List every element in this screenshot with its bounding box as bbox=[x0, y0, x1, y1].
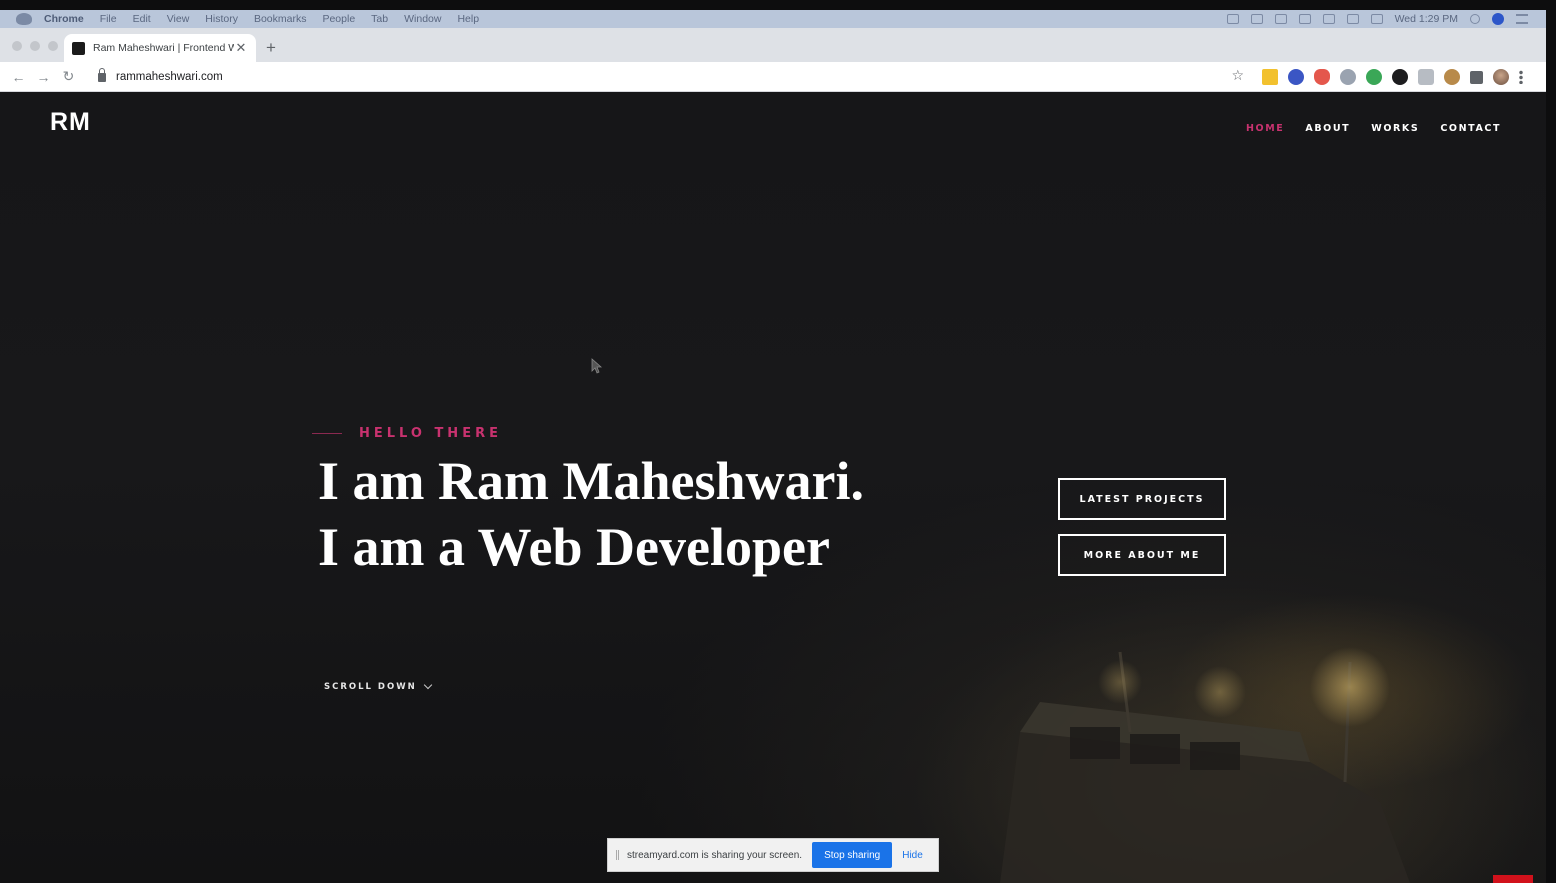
boat-background-image bbox=[1000, 647, 1410, 883]
cloud-icon[interactable] bbox=[1250, 14, 1263, 24]
spotlight-search-icon[interactable] bbox=[1470, 14, 1480, 24]
display-icon[interactable] bbox=[1226, 14, 1239, 24]
nav-link-works[interactable]: WORKS bbox=[1371, 123, 1419, 134]
main-navigation: HOME ABOUT WORKS CONTACT bbox=[1246, 123, 1501, 134]
site-favicon-icon bbox=[72, 41, 85, 55]
menu-view[interactable]: View bbox=[167, 13, 190, 25]
sharing-message: streamyard.com is sharing your screen. bbox=[627, 849, 803, 861]
bookmark-star-icon[interactable]: ☆ bbox=[1231, 67, 1244, 84]
document-icon[interactable] bbox=[1274, 14, 1287, 24]
eyebrow-divider bbox=[312, 433, 342, 434]
chevron-down-icon[interactable] bbox=[423, 680, 432, 690]
volume-icon[interactable] bbox=[1346, 14, 1359, 24]
latest-projects-button[interactable]: LATEST PROJECTS bbox=[1058, 478, 1226, 520]
battery-icon[interactable] bbox=[1370, 14, 1383, 24]
site-logo[interactable]: RM bbox=[50, 108, 91, 137]
apple-logo-icon[interactable] bbox=[16, 13, 32, 25]
airplay-icon[interactable] bbox=[1298, 14, 1311, 24]
nav-link-home[interactable]: HOME bbox=[1246, 123, 1284, 134]
menu-edit[interactable]: Edit bbox=[133, 13, 151, 25]
menu-help[interactable]: Help bbox=[457, 13, 479, 25]
camera-icon[interactable] bbox=[1418, 69, 1434, 85]
menu-window[interactable]: Window bbox=[404, 13, 441, 25]
zoom-window-icon[interactable] bbox=[48, 41, 58, 51]
hero-headline: I am Ram Maheshwari. I am a Web Develope… bbox=[318, 448, 1018, 580]
browser-tab-active[interactable]: Ram Maheshwari | Frontend W ✕ bbox=[64, 34, 256, 62]
nav-link-contact[interactable]: CONTACT bbox=[1440, 123, 1501, 134]
headline-line-2: I am a Web Developer bbox=[318, 517, 830, 577]
notes-icon[interactable] bbox=[1262, 69, 1278, 85]
forward-arrow-icon[interactable]: → bbox=[31, 69, 56, 85]
status-area: Wed 1:29 PM bbox=[1226, 13, 1528, 25]
dark-circle-icon[interactable] bbox=[1392, 69, 1408, 85]
lock-icon[interactable] bbox=[98, 67, 106, 82]
headline-line-1: I am Ram Maheshwari. bbox=[318, 451, 864, 511]
close-window-icon[interactable] bbox=[12, 41, 22, 51]
stop-sharing-button[interactable]: Stop sharing bbox=[812, 842, 893, 868]
mouse-cursor-icon bbox=[591, 358, 603, 374]
scroll-down-label[interactable]: SCROLL DOWN bbox=[324, 682, 417, 692]
scroll-down-link[interactable]: SCROLL DOWN bbox=[324, 680, 432, 692]
menu-tab[interactable]: Tab bbox=[371, 13, 388, 25]
menu-app-chrome[interactable]: Chrome bbox=[44, 13, 84, 25]
notification-center-icon[interactable] bbox=[1516, 14, 1528, 24]
wifi-icon[interactable] bbox=[1322, 14, 1335, 24]
reload-icon[interactable]: ↻ bbox=[56, 68, 81, 85]
extensions-area bbox=[1262, 69, 1523, 85]
browser-toolbar: ← → ↻ rammaheshwari.com ☆ bbox=[0, 62, 1546, 92]
nav-link-about[interactable]: ABOUT bbox=[1305, 123, 1350, 134]
tab-title: Ram Maheshwari | Frontend W bbox=[93, 42, 234, 54]
puzzle-icon[interactable] bbox=[1470, 70, 1483, 84]
url-text[interactable]: rammaheshwari.com bbox=[116, 71, 223, 83]
cloud-badge-icon[interactable] bbox=[1288, 69, 1304, 85]
browser-menu-icon[interactable] bbox=[1519, 70, 1523, 84]
back-arrow-icon[interactable]: ← bbox=[6, 69, 31, 85]
address-bar[interactable]: rammaheshwari.com ☆ bbox=[90, 66, 1250, 88]
sync-icon[interactable] bbox=[1340, 69, 1356, 85]
siri-icon[interactable] bbox=[1492, 13, 1504, 25]
screen: Chrome File Edit View History Bookmarks … bbox=[0, 0, 1556, 883]
menu-history[interactable]: History bbox=[205, 13, 238, 25]
drag-handle-icon[interactable] bbox=[616, 850, 619, 860]
shield-icon[interactable] bbox=[1314, 69, 1330, 85]
macos-menubar: Chrome File Edit View History Bookmarks … bbox=[0, 10, 1546, 28]
browser-tabstrip: Ram Maheshwari | Frontend W ✕ + bbox=[0, 28, 1546, 62]
close-tab-icon[interactable]: ✕ bbox=[234, 40, 248, 56]
menu-bookmarks[interactable]: Bookmarks bbox=[254, 13, 307, 25]
more-about-me-button[interactable]: MORE ABOUT ME bbox=[1058, 534, 1226, 576]
green-circle-icon[interactable] bbox=[1366, 69, 1382, 85]
profile-avatar[interactable] bbox=[1493, 69, 1509, 85]
menu-file[interactable]: File bbox=[100, 13, 117, 25]
hello-eyebrow: HELLO THERE bbox=[312, 426, 502, 441]
window-controls bbox=[12, 41, 58, 51]
menubar-clock[interactable]: Wed 1:29 PM bbox=[1395, 13, 1458, 25]
hello-text: HELLO THERE bbox=[359, 426, 502, 441]
screen-sharing-banner: streamyard.com is sharing your screen. S… bbox=[607, 838, 939, 872]
red-corner-badge bbox=[1493, 875, 1533, 883]
new-tab-icon[interactable]: + bbox=[266, 39, 276, 56]
menu-people[interactable]: People bbox=[322, 13, 355, 25]
face-icon[interactable] bbox=[1444, 69, 1460, 85]
minimize-window-icon[interactable] bbox=[30, 41, 40, 51]
hide-banner-button[interactable]: Hide bbox=[902, 850, 923, 861]
website-hero: RM HOME ABOUT WORKS CONTACT HELLO THERE … bbox=[0, 92, 1546, 883]
